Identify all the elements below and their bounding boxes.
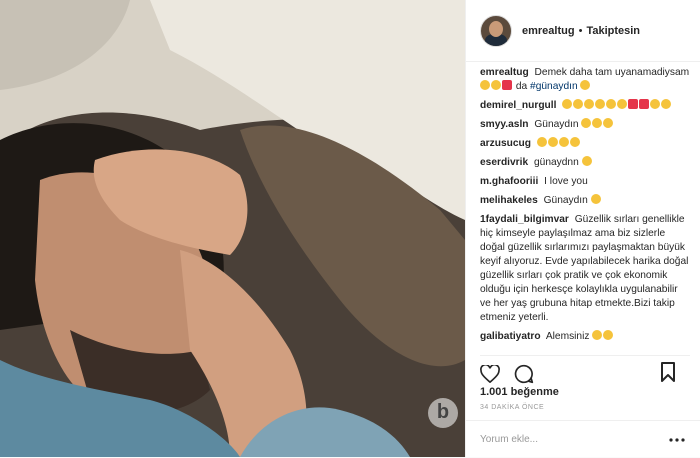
comment-item: galibatiyatro Alemsiniz (480, 330, 690, 344)
laugh-emoji-icon (562, 99, 573, 109)
comment-text: Günaydın (543, 195, 588, 206)
laugh-emoji-icon (592, 330, 603, 340)
comment-input-bar: Yorum ekle... (466, 420, 700, 458)
comment-text: I love you (544, 176, 588, 187)
comment-input[interactable]: Yorum ekle... (480, 434, 538, 445)
laugh-emoji-icon (603, 330, 614, 340)
post-sidebar: emrealtug • Takiptesin emrealtug Demek d… (465, 0, 700, 457)
smile-emoji-icon (558, 137, 569, 147)
smile-emoji-icon (581, 156, 592, 166)
caption: emrealtug Demek daha tam uyanamadiysam d… (480, 66, 690, 94)
hashtag-link[interactable]: #günaydın (530, 81, 578, 92)
separator-dot: • (578, 24, 583, 37)
action-bar (480, 355, 690, 386)
heart-eyes-emoji-icon (581, 118, 592, 128)
more-dots-icon[interactable] (668, 437, 686, 443)
comment-item: m.ghafooriii I love you (480, 175, 690, 189)
comment-text: Günaydın (534, 119, 579, 130)
post-timestamp: 34 DAKİKA ÖNCE (480, 404, 545, 411)
heart-eyes-emoji-icon (590, 194, 601, 204)
comment-item: 1faydali_bilgimvar Güzellik sırları gene… (480, 213, 690, 325)
monkey-emoji-icon (491, 80, 501, 90)
instagram-post-view: b emrealtug • Takiptesin emrealtug Demek… (0, 0, 700, 457)
comment-text: Güzellik sırları genellikle hiç kimseyle… (480, 214, 689, 323)
photo-illustration (0, 0, 465, 457)
comment-username[interactable]: arzusucug (480, 138, 531, 149)
comment-username[interactable]: 1faydali_bilgimvar (480, 214, 569, 225)
heart-icon[interactable] (480, 365, 500, 383)
caption-text: Demek daha tam uyanamadiysam (534, 67, 690, 78)
comment-item: smyy.asln Günaydın (480, 118, 690, 132)
comment-list: emrealtug Demek daha tam uyanamadiysam d… (480, 66, 690, 348)
comment-username[interactable]: demirel_nurgull (480, 100, 556, 111)
avatar[interactable] (480, 14, 512, 47)
heart-emoji-icon (502, 80, 512, 90)
post-header: emrealtug • Takiptesin (466, 0, 700, 62)
heart-emoji-icon (628, 99, 639, 109)
like-count[interactable]: 1.001 beğenme (480, 386, 559, 398)
sun-emoji-icon (536, 137, 547, 147)
smile-emoji-icon (595, 99, 606, 109)
comment-username[interactable]: smyy.asln (480, 119, 529, 130)
thumbs-up-emoji-icon (650, 99, 661, 109)
caption-tail: da (515, 81, 528, 92)
post-username[interactable]: emrealtug (522, 25, 575, 37)
comment-item: melihakeles Günaydın (480, 194, 690, 208)
following-button[interactable]: Takiptesin (586, 25, 640, 37)
comment-username[interactable]: melihakeles (480, 195, 538, 206)
laugh-emoji-icon (584, 99, 595, 109)
comment-item: demirel_nurgull (480, 99, 690, 113)
smile-emoji-icon (480, 80, 490, 90)
heart-eyes-emoji-icon (603, 118, 614, 128)
comment-username[interactable]: m.ghafooriii (480, 176, 538, 187)
comment-icon[interactable] (514, 364, 534, 384)
post-photo[interactable]: b (0, 0, 465, 457)
monkey-emoji-icon (580, 80, 591, 90)
watermark-logo: b (428, 398, 458, 428)
thumbs-up-emoji-icon (661, 99, 672, 109)
heart-eyes-emoji-icon (592, 118, 603, 128)
smile-emoji-icon (617, 99, 628, 109)
laugh-emoji-icon (573, 99, 584, 109)
comment-item: arzusucug (480, 137, 690, 151)
heart-emoji-icon (639, 99, 650, 109)
smile-emoji-icon (606, 99, 617, 109)
comment-text: Alemsiniz (545, 331, 590, 342)
smile-emoji-icon (547, 137, 558, 147)
comment-username[interactable]: eserdivrik (480, 157, 528, 168)
comment-text: günaydnn (534, 157, 579, 168)
comment-item: eserdivrik günaydnn (480, 156, 690, 170)
thumbs-up-emoji-icon (569, 137, 580, 147)
comment-username[interactable]: galibatiyatro (480, 331, 541, 342)
bookmark-icon[interactable] (660, 362, 676, 382)
caption-username[interactable]: emrealtug (480, 67, 529, 78)
